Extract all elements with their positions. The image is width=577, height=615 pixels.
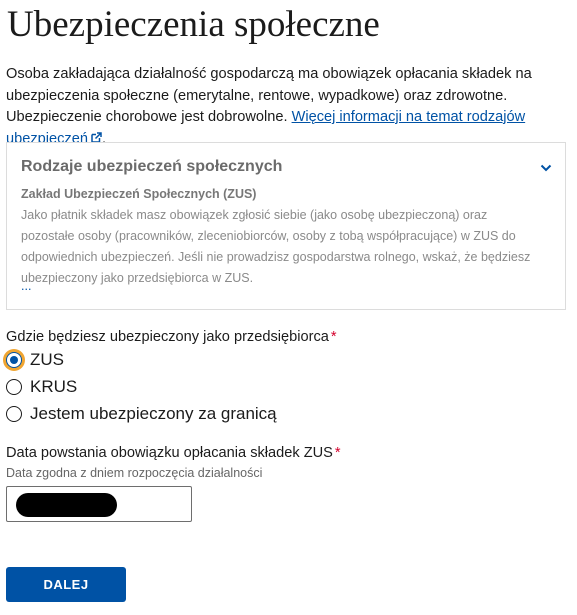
date-input[interactable] bbox=[6, 486, 192, 522]
insurance-question-text: Gdzie będziesz ubezpieczony jako przedsi… bbox=[6, 329, 329, 345]
accordion-title: Rodzaje ubezpieczeń społecznych bbox=[21, 158, 283, 175]
radio-label-abroad: Jestem ubezpieczony za granicą bbox=[30, 404, 277, 423]
insurance-types-accordion[interactable]: Rodzaje ubezpieczeń społecznych Zakład U… bbox=[6, 142, 566, 310]
intro-paragraph: Osoba zakładająca działalność gospodarcz… bbox=[6, 64, 568, 150]
date-field-label-text: Data powstania obowiązku opłacania skład… bbox=[6, 445, 333, 461]
accordion-body-text: Jako płatnik składek masz obowiązek zgło… bbox=[21, 208, 531, 285]
radio-option-krus[interactable]: KRUS bbox=[6, 377, 77, 397]
page-title: Ubezpieczenia społeczne bbox=[7, 4, 380, 45]
redacted-value bbox=[16, 493, 117, 517]
accordion-subtitle: Zakład Ubezpieczeń Społecznych (ZUS) bbox=[21, 187, 257, 201]
required-mark: * bbox=[334, 445, 341, 461]
date-field-label: Data powstania obowiązku opłacania skład… bbox=[6, 445, 341, 461]
chevron-down-icon[interactable] bbox=[539, 161, 553, 175]
radio-button[interactable] bbox=[6, 379, 22, 395]
radio-button[interactable] bbox=[6, 406, 22, 422]
radio-option-zus[interactable]: ZUS bbox=[6, 350, 64, 370]
radio-label-krus: KRUS bbox=[30, 377, 78, 396]
radio-label-zus: ZUS bbox=[30, 350, 64, 369]
radio-option-abroad[interactable]: Jestem ubezpieczony za granicą bbox=[6, 404, 277, 424]
date-field-hint: Data zgodna z dniem rozpoczęcia działaln… bbox=[6, 466, 263, 480]
required-mark: * bbox=[330, 329, 337, 345]
accordion-more-link[interactable]: ... bbox=[21, 279, 31, 293]
next-button[interactable]: DALEJ bbox=[6, 567, 126, 602]
insurance-question-label: Gdzie będziesz ubezpieczony jako przedsi… bbox=[6, 329, 337, 345]
radio-button-checked[interactable] bbox=[6, 352, 22, 368]
